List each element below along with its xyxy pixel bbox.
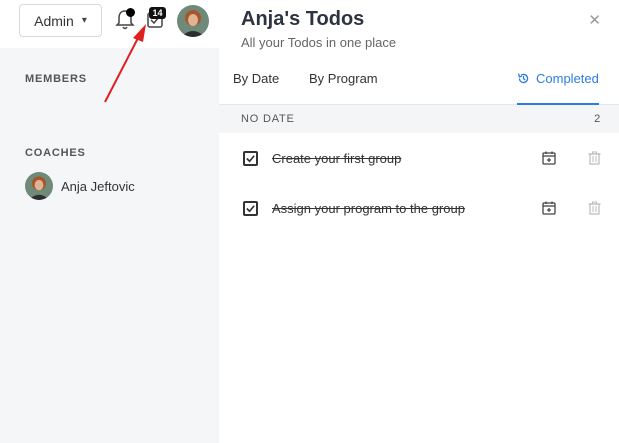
tab-by-program[interactable]: By Program <box>309 71 378 86</box>
tab-completed[interactable]: Completed <box>517 71 599 105</box>
todo-item: Create your first group <box>219 133 619 183</box>
calendar-icon[interactable] <box>542 151 556 165</box>
panel-subtitle: All your Todos in one place <box>241 35 397 50</box>
tab-by-date[interactable]: By Date <box>233 71 279 86</box>
group-label: NO DATE <box>241 113 295 125</box>
todo-text: Create your first group <box>272 150 402 166</box>
todo-tabs: By Date By Program Completed <box>219 63 619 105</box>
trash-icon[interactable] <box>588 151 601 165</box>
calendar-icon[interactable] <box>542 201 556 215</box>
todos-panel: Anja's Todos All your Todos in one place… <box>219 0 619 443</box>
members-section-label: MEMBERS <box>25 73 87 85</box>
role-select[interactable]: Admin ▾ <box>19 4 102 37</box>
history-icon <box>517 73 529 84</box>
members-sidebar: Admin ▾ 14 MEMBERS COACHES Anja Jeftovic <box>0 0 219 443</box>
role-select-label: Admin <box>34 12 74 29</box>
todo-text: Assign your program to the group <box>272 200 465 216</box>
close-icon[interactable]: ✕ <box>588 11 601 29</box>
group-count: 2 <box>594 113 601 125</box>
todo-item: Assign your program to the group <box>219 183 619 233</box>
panel-title: Anja's Todos <box>241 8 365 30</box>
chevron-down-icon: ▾ <box>81 15 87 26</box>
tab-completed-label: Completed <box>536 71 599 86</box>
trash-icon[interactable] <box>588 201 601 215</box>
annotation-arrow <box>104 24 146 103</box>
notification-dot <box>126 8 135 17</box>
user-avatar[interactable] <box>177 5 209 37</box>
coach-item[interactable]: Anja Jeftovic <box>25 172 135 200</box>
coach-name: Anja Jeftovic <box>61 178 135 194</box>
coach-avatar <box>25 172 53 200</box>
todo-checkbox[interactable] <box>243 200 258 216</box>
group-header: NO DATE 2 <box>219 105 619 133</box>
todo-checkbox[interactable] <box>243 150 258 166</box>
coaches-section-label: COACHES <box>25 147 86 159</box>
